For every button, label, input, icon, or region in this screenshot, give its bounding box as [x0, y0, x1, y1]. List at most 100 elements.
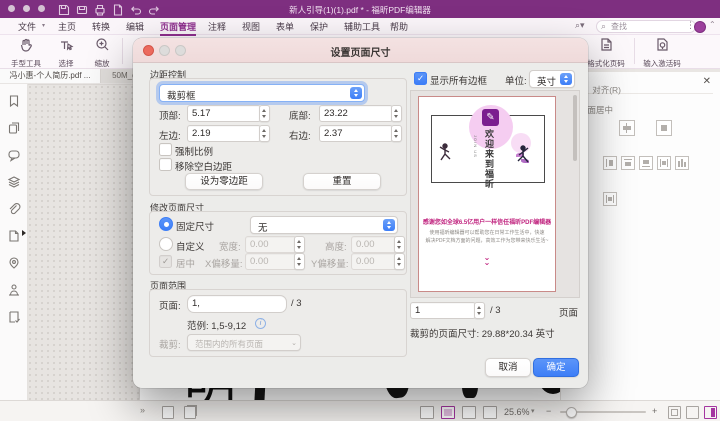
menu-comment[interactable]: 注释 — [208, 20, 226, 33]
preview-scrollbar-thumb[interactable] — [573, 95, 577, 161]
layers-icon[interactable] — [7, 175, 21, 189]
width-stepper[interactable] — [294, 236, 305, 253]
center-in-page-icon[interactable] — [656, 120, 672, 136]
left-margin-stepper[interactable] — [259, 125, 270, 142]
menu-help[interactable]: 帮助 — [390, 20, 408, 33]
tool-select[interactable]: 选择 — [50, 37, 82, 69]
fixed-size-radio[interactable] — [159, 217, 173, 231]
height-input[interactable]: 0.00 — [351, 236, 397, 253]
zoom-level[interactable]: 25.6% — [504, 407, 530, 417]
right-margin-stepper[interactable] — [391, 125, 402, 142]
distribute-icon-1[interactable] — [603, 156, 617, 170]
width-input[interactable]: 0.00 — [245, 236, 297, 253]
preview-page-input[interactable]: 1 — [410, 302, 476, 319]
y-offset-stepper[interactable] — [394, 253, 405, 270]
x-offset-stepper[interactable] — [294, 253, 305, 270]
show-borders-checkbox[interactable]: ✓ — [414, 72, 427, 85]
menu-file[interactable]: 文件 — [18, 20, 36, 33]
select-caret-icon: ⌄ — [291, 339, 297, 347]
view-mode-list-icon[interactable] — [420, 406, 434, 419]
cancel-button[interactable]: 取消 — [485, 358, 531, 377]
panel-expand-arrow-icon[interactable] — [22, 230, 26, 236]
top-margin-input[interactable]: 5.17 — [187, 105, 261, 122]
attachment-icon[interactable] — [7, 202, 21, 216]
top-margin-stepper[interactable] — [259, 105, 270, 122]
remove-blank-margin-checkbox[interactable] — [159, 158, 172, 171]
menu-accessibility[interactable]: 辅助工具 — [344, 20, 380, 33]
clipboard-icon[interactable] — [184, 406, 196, 419]
x-offset-label: X偏移量: — [205, 256, 242, 270]
center-checkbox[interactable]: ✓ — [159, 255, 172, 268]
doc-tab-resume[interactable]: 冯小惠-个人简历.pdf ... — [0, 68, 101, 83]
destination-pin-icon[interactable] — [7, 256, 21, 270]
page-range-input[interactable]: 1, — [187, 295, 287, 313]
menu-protect[interactable]: 保护 — [310, 20, 328, 33]
file-icon[interactable] — [7, 229, 21, 243]
view-mode-single-page-icon[interactable] — [441, 406, 455, 419]
bottom-margin-input[interactable]: 23.22 — [319, 105, 393, 122]
bottom-margin-stepper[interactable] — [391, 105, 402, 122]
zoom-slider-knob[interactable] — [566, 407, 577, 418]
distribute-icon-2[interactable] — [621, 156, 635, 170]
search-history-icon[interactable]: ⌕▾ — [575, 20, 585, 31]
info-icon[interactable]: i — [255, 318, 266, 329]
menu-home[interactable]: 主页 — [58, 20, 76, 33]
menu-convert[interactable]: 转换 — [92, 20, 110, 33]
custom-size-radio[interactable] — [159, 237, 173, 251]
x-offset-input[interactable]: 0.00 — [245, 253, 297, 270]
menu-edit[interactable]: 编辑 — [126, 20, 144, 33]
next-view-icon[interactable]: » — [140, 405, 145, 415]
right-margin-input[interactable]: 2.37 — [319, 125, 393, 142]
distribute-icon-5[interactable] — [675, 156, 689, 170]
export-check-icon[interactable] — [7, 310, 21, 324]
tool-hand[interactable]: 手型工具 — [6, 37, 46, 69]
tool-activation-code[interactable]: 输入激活码 — [638, 37, 686, 69]
preview-page-stepper[interactable] — [474, 302, 485, 319]
distribute-icon-3[interactable] — [639, 156, 653, 170]
view-mode-grid-icon[interactable] — [483, 406, 497, 419]
search-placeholder: 查找 — [611, 22, 627, 31]
fit-page-icon[interactable] — [668, 406, 681, 419]
unit-select[interactable]: 英寸 — [529, 70, 575, 88]
toggle-right-panel-icon[interactable] — [704, 406, 717, 419]
zoom-in-button[interactable]: + — [652, 406, 657, 416]
jumping-person-left — [437, 143, 453, 170]
left-margin-input[interactable]: 2.19 — [187, 125, 261, 142]
force-ratio-checkbox[interactable] — [159, 143, 172, 156]
pages-icon[interactable] — [7, 121, 21, 135]
menu-form[interactable]: 表单 — [276, 20, 294, 33]
align-center-horizontal-icon[interactable] — [619, 120, 635, 136]
height-label: 高度: — [325, 239, 347, 253]
view-mode-facing-icon[interactable] — [462, 406, 476, 419]
arrange-icon[interactable] — [603, 192, 617, 206]
menu-view[interactable]: 视图 — [242, 20, 260, 33]
zoom-dropdown-caret-icon[interactable]: ▾ — [531, 407, 535, 415]
signature-icon[interactable] — [7, 283, 21, 297]
magnifier-icon — [95, 39, 110, 56]
title-bar[interactable]: 新人引导(1)(1).pdf * - 福昕PDF编辑器 — [0, 0, 720, 18]
dialog-title-bar[interactable]: 设置页面尺寸 — [133, 38, 588, 63]
account-avatar[interactable] — [694, 21, 706, 33]
y-offset-input[interactable]: 0.00 — [351, 253, 397, 270]
height-stepper[interactable] — [394, 236, 405, 253]
app-window: 新人引导(1)(1).pdf * - 福昕PDF编辑器 文件 ▾ 主页 转换 编… — [0, 0, 720, 421]
snapshot-icon[interactable] — [162, 406, 174, 419]
close-panel-icon[interactable]: ✕ — [703, 76, 711, 87]
fullscreen-icon[interactable] — [686, 406, 699, 419]
box-type-select[interactable]: 裁剪框 — [159, 84, 365, 102]
bookmark-icon[interactable] — [7, 94, 21, 108]
tool-format-page-number[interactable]: 格式化页码 — [582, 37, 630, 69]
reset-button[interactable]: 重置 — [303, 173, 381, 190]
page-preview-area[interactable]: ✎ 欢迎来到福昕 JOIN US 感谢您如全球6.5亿用户一样信任福昕PDF编辑… — [410, 90, 580, 298]
collapse-ribbon-icon[interactable]: ⌃ — [709, 20, 716, 29]
fixed-size-select[interactable]: 无 — [250, 216, 398, 234]
crop-select[interactable]: 范围内的所有页面 ⌄ — [187, 334, 301, 351]
search-input[interactable]: ⌕ 查找 — [596, 20, 696, 33]
zoom-out-button[interactable]: − — [546, 406, 551, 416]
distribute-icon-4[interactable] — [657, 156, 671, 170]
ok-button[interactable]: 确定 — [533, 358, 579, 377]
comments-icon[interactable] — [7, 148, 21, 162]
zero-margin-button[interactable]: 设为零边距 — [185, 173, 263, 190]
tool-zoom[interactable]: 缩放 — [86, 37, 118, 69]
menu-page-management[interactable]: 页面管理 — [160, 20, 196, 36]
